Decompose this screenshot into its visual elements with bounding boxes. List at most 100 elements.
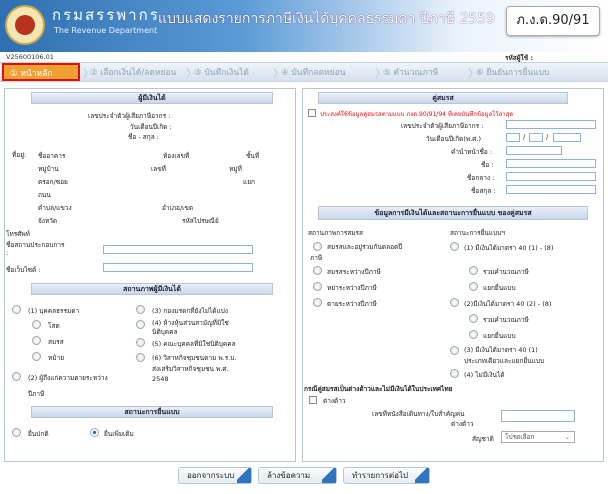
spouse-income-40-1-label: (3) มีเงินได้มาตรา 40 (1) <box>464 346 538 354</box>
moo-label: หมู่ที่ <box>229 165 242 173</box>
spouse-income-40-2-8-label: (2)มีเงินได้มาตรา 40 (2) - (8) <box>464 300 552 308</box>
road-label: ถนน <box>38 191 51 199</box>
spouse-dob-month-input[interactable] <box>529 133 543 142</box>
combine-calc-label: รวมคำนวณภาษี <box>483 268 529 276</box>
website-label: ชื่อเว็บไซต์ : <box>6 266 41 274</box>
logo-seal-icon <box>15 15 35 35</box>
dob-slash: / <box>523 133 526 141</box>
status-widowed-label: หม้าย <box>48 354 65 362</box>
province-label: จังหวัด <box>38 217 58 225</box>
spouse-income-title: ข้อมูลการมีเงินได้และสถานะการยื่นแบบ ของ… <box>318 206 588 220</box>
passport-input[interactable] <box>501 410 575 422</box>
marital-during-year-radio[interactable] <box>313 266 322 275</box>
business-colon: : <box>6 249 9 257</box>
filing-status-title: สถานะการยื่นแบบ <box>31 406 273 418</box>
spouse-no-income-radio[interactable] <box>450 369 459 378</box>
spouse-lastname-label: ชื่อสกุล : <box>471 187 496 195</box>
spouse-tin-label: เลขประจำตัวผู้เสียภาษีอากร : <box>401 122 484 130</box>
phone-label: โทรศัพท์ <box>6 230 30 238</box>
combine-calc-radio[interactable] <box>469 266 478 275</box>
step-record-deduction[interactable]: ④ บันทึกลดหย่อน <box>281 66 346 80</box>
name-label: ชื่อ - สกุล : <box>128 133 159 141</box>
logout-button[interactable]: ออกจากระบบ <box>178 467 252 484</box>
step-record-income[interactable]: ③ บันทึกเงินได้ <box>194 66 249 80</box>
yaek-label: แยก <box>243 178 255 186</box>
business-input[interactable] <box>103 245 253 254</box>
spouse-income-40-1-radio[interactable] <box>450 346 459 355</box>
status-community-label-3: 2548 <box>152 375 169 383</box>
divorced-radio[interactable] <box>313 282 322 291</box>
house-no-label: เลขที่ <box>151 165 166 173</box>
spouse-middlename-input[interactable] <box>506 172 596 181</box>
room-label: ห้องเลขที่ <box>163 152 190 160</box>
marital-together-label-2: ภาษี <box>310 254 323 262</box>
spouse-firstname-input[interactable] <box>506 159 596 168</box>
spouse-lastname-input[interactable] <box>506 185 596 194</box>
status-estate-label: (3) กองมรดกที่ยังไม่ได้แบ่ง <box>152 307 229 315</box>
status-partnership-radio[interactable] <box>136 320 145 329</box>
status-married-label: สมรส <box>48 338 64 346</box>
nationality-select-value: โปรดเลือก <box>505 433 535 441</box>
status-deceased-label-2: ปีภาษี <box>28 390 45 398</box>
filing-additional-label: ยื่นเพิ่มเติม <box>104 430 134 438</box>
spouse-died-label: ตายระหว่างปีภาษี <box>327 300 377 308</box>
org-name-thai: กรมสรรพากร <box>52 6 160 24</box>
status-single-radio[interactable] <box>32 320 41 329</box>
next-button[interactable]: ทำรายการต่อไป <box>343 467 430 484</box>
status-community-label-2: ส่งเสริมวิสาหกิจชุมชน พ.ศ. <box>152 365 229 373</box>
spouse-prefix-label: คำนำหน้าชื่อ : <box>451 148 493 156</box>
address-label: ที่อยู่: <box>12 151 27 159</box>
spouse-income-40-1-label-2: ประเภทเดียวและแยกยื่นแบบ <box>464 357 545 365</box>
spouse-died-radio[interactable] <box>313 298 322 307</box>
status-deceased-radio[interactable] <box>12 372 21 381</box>
form-title: แบบแสดงรายการภาษีเงินได้บุคคลธรรมดา ปีภา… <box>158 11 496 27</box>
step-main[interactable]: ① หน้าหลัก <box>2 63 80 81</box>
step-confirm-filing[interactable]: ⑥ ยืนยันการยื่นแบบ <box>476 66 549 80</box>
separate-filing-2-radio[interactable] <box>469 330 478 339</box>
status-partnership-label-2: นิติบุคคล <box>152 328 178 336</box>
use-previous-spouse-checkbox[interactable] <box>308 109 316 117</box>
nationality-select[interactable]: โปรดเลือก ⌄ <box>501 431 575 443</box>
separate-filing-radio[interactable] <box>469 282 478 291</box>
step-calculate-tax[interactable]: ⑤ คำนวณภาษี <box>383 66 438 80</box>
nationality-label: สัญชาติ <box>472 435 494 443</box>
marital-status-heading: สถานภาพการสมรส <box>308 229 364 237</box>
filing-normal-label: ยื่นปกติ <box>28 430 49 438</box>
button-tab-icon <box>415 468 429 483</box>
spouse-tin-input[interactable] <box>506 120 596 129</box>
village-label: หมู่บ้าน <box>38 165 59 173</box>
clear-button[interactable]: ล้างข้อความ <box>258 467 337 484</box>
dob-label: วันเดือนปีเกิด : <box>130 123 172 131</box>
clear-button-label: ล้างข้อความ <box>267 471 311 480</box>
foreigner-checkbox[interactable] <box>309 396 317 404</box>
spouse-prefix-input[interactable] <box>506 146 562 155</box>
status-individual-radio[interactable] <box>12 305 21 314</box>
spouse-dob-day-input[interactable] <box>506 133 520 142</box>
form-code-badge: ภ.ง.ด.90/91 <box>506 6 600 36</box>
status-estate-radio[interactable] <box>136 305 145 314</box>
spouse-middlename-label: ชื่อกลาง : <box>467 174 495 182</box>
divorced-label: หย่าระหว่างปีภาษี <box>327 284 377 292</box>
district-label: อำเภอ/เขต <box>162 204 194 212</box>
spouse-income-40-1-8-radio[interactable] <box>450 242 459 251</box>
filing-additional-radio[interactable] <box>90 428 99 437</box>
step-select-income[interactable]: ② เลือกเงินได้/ลดหย่อน <box>90 66 176 80</box>
separate-filing-2-label: แยกยื่นแบบ <box>483 332 516 340</box>
status-community-radio[interactable] <box>136 353 145 362</box>
combine-calc-2-radio[interactable] <box>469 314 478 323</box>
spouse-dob-year-input[interactable] <box>553 133 581 142</box>
marital-together-label: สมรสและอยู่ร่วมกันตลอดปี <box>327 243 403 251</box>
button-tab-icon <box>322 468 336 483</box>
subdistrict-label: ตำบล/แขวง <box>38 204 72 212</box>
spouse-firstname-label: ชื่อ : <box>481 161 494 169</box>
spouse-income-40-2-8-radio[interactable] <box>450 298 459 307</box>
status-widowed-radio[interactable] <box>32 352 41 361</box>
website-input[interactable] <box>103 263 253 272</box>
building-label: ชื่ออาคาร <box>38 152 66 160</box>
status-community-label: (6) วิสาหกิจชุมชนตาม พ.ร.บ. <box>152 354 237 362</box>
filing-normal-radio[interactable] <box>12 428 21 437</box>
passport-label: เลขที่หนังสือเดินทาง/ใบสำคัญคน <box>372 410 465 418</box>
status-group-radio[interactable] <box>136 338 145 347</box>
marital-together-radio[interactable] <box>313 242 322 251</box>
status-married-radio[interactable] <box>32 336 41 345</box>
